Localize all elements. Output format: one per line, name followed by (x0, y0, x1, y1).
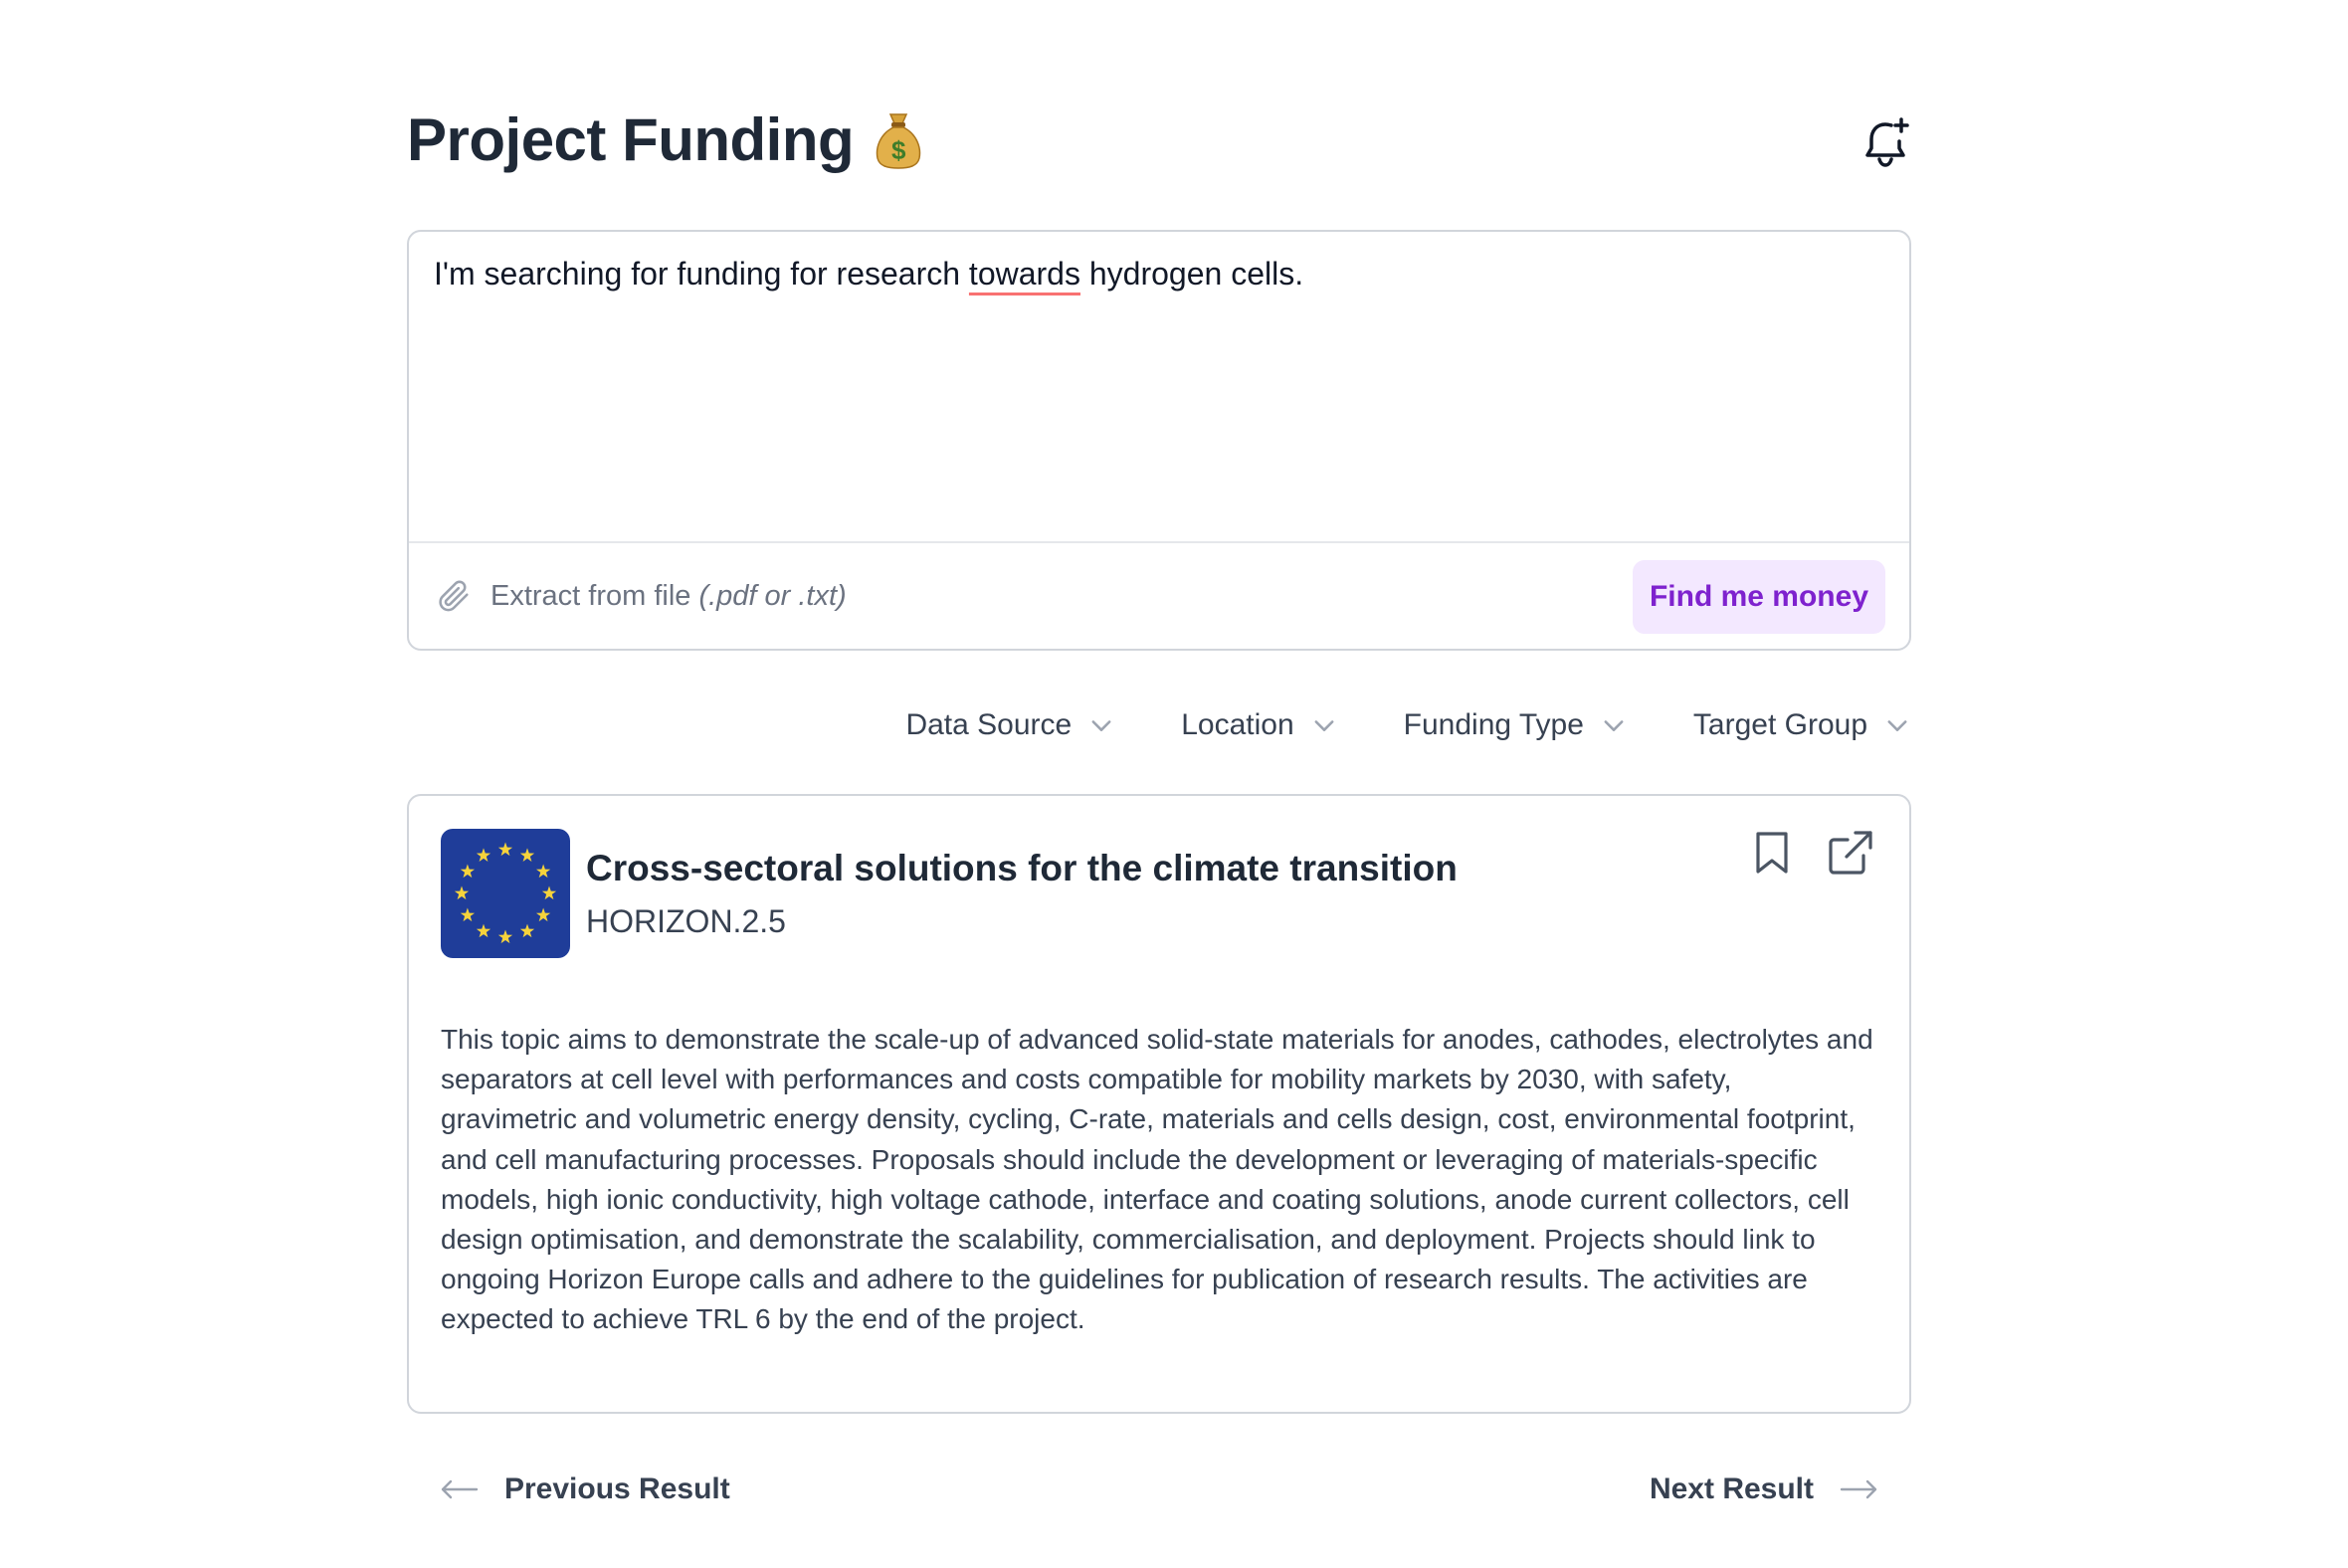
filter-target-group[interactable]: Target Group (1693, 708, 1911, 742)
filter-label: Target Group (1692, 708, 1867, 741)
eu-star-icon (454, 885, 470, 900)
attach-hint: (.pdf or .txt) (698, 579, 847, 612)
search-box[interactable]: I'm searching for funding for research t… (407, 230, 1911, 651)
page-title: Project Funding $ (407, 105, 923, 174)
bookmark-icon[interactable] (1752, 830, 1792, 876)
eu-star-icon (497, 842, 513, 857)
page-title-text: Project Funding (407, 106, 855, 173)
eu-star-icon (535, 907, 551, 922)
filter-bar: Data Source Location Funding Type Target… (840, 701, 1911, 749)
eu-star-icon (476, 848, 491, 862)
eu-star-icon (460, 907, 476, 922)
search-footer: Extract from file (.pdf or .txt) Find me… (409, 541, 1909, 651)
next-result-label: Next Result (1649, 1472, 1814, 1505)
paperclip-icon (439, 580, 469, 612)
spellcheck-flagged-word: towards (968, 256, 1080, 292)
extract-from-file-button[interactable]: Extract from file (.pdf or .txt) (437, 579, 847, 613)
filter-funding-type[interactable]: Funding Type (1404, 708, 1628, 742)
chevron-down-icon (1887, 720, 1907, 731)
arrow-left-icon (441, 1479, 479, 1499)
next-result-button[interactable]: Next Result (1650, 1472, 1877, 1506)
result-card: Cross-sectoral solutions for the climate… (407, 794, 1911, 1414)
eu-star-icon (476, 923, 491, 938)
chevron-down-icon (1314, 720, 1334, 731)
eu-star-icon (460, 864, 476, 879)
result-title[interactable]: Cross-sectoral solutions for the climate… (586, 848, 1458, 889)
query-text-part: I'm searching for funding for research (434, 256, 969, 292)
page-container: Project Funding $ I'm searching for fund… (407, 0, 1911, 1568)
filter-location[interactable]: Location (1181, 708, 1337, 742)
eu-star-icon (519, 848, 535, 862)
filter-data-source[interactable]: Data Source (905, 708, 1115, 742)
eu-star-icon (519, 923, 535, 938)
money-bag-icon: $ (874, 110, 923, 170)
query-text-part: hydrogen cells. (1079, 256, 1304, 292)
attach-label: Extract from file (490, 579, 691, 612)
chevron-down-icon (1091, 720, 1111, 731)
notification-bell-icon[interactable] (1863, 117, 1911, 169)
eu-flag-logo (441, 829, 570, 958)
filter-label: Location (1181, 708, 1294, 741)
svg-text:$: $ (891, 135, 906, 165)
filter-label: Funding Type (1403, 708, 1584, 741)
previous-result-label: Previous Result (504, 1472, 730, 1505)
result-description: This topic aims to demonstrate the scale… (441, 1024, 1873, 1335)
find-me-money-button[interactable]: Find me money (1633, 560, 1885, 634)
eu-star-icon (497, 929, 513, 944)
page-header: Project Funding $ (407, 99, 1911, 195)
eu-star-icon (535, 864, 551, 879)
arrow-right-icon (1840, 1479, 1877, 1499)
result-pager: Previous Result Next Result (407, 1472, 1911, 1522)
eu-star-icon (541, 885, 557, 900)
result-code: HORIZON.2.5 (586, 903, 786, 939)
filter-label: Data Source (905, 708, 1073, 741)
search-query-input[interactable]: I'm searching for funding for research t… (434, 256, 1303, 293)
previous-result-button[interactable]: Previous Result (441, 1472, 730, 1506)
external-link-icon[interactable] (1828, 830, 1873, 876)
chevron-down-icon (1604, 720, 1624, 731)
